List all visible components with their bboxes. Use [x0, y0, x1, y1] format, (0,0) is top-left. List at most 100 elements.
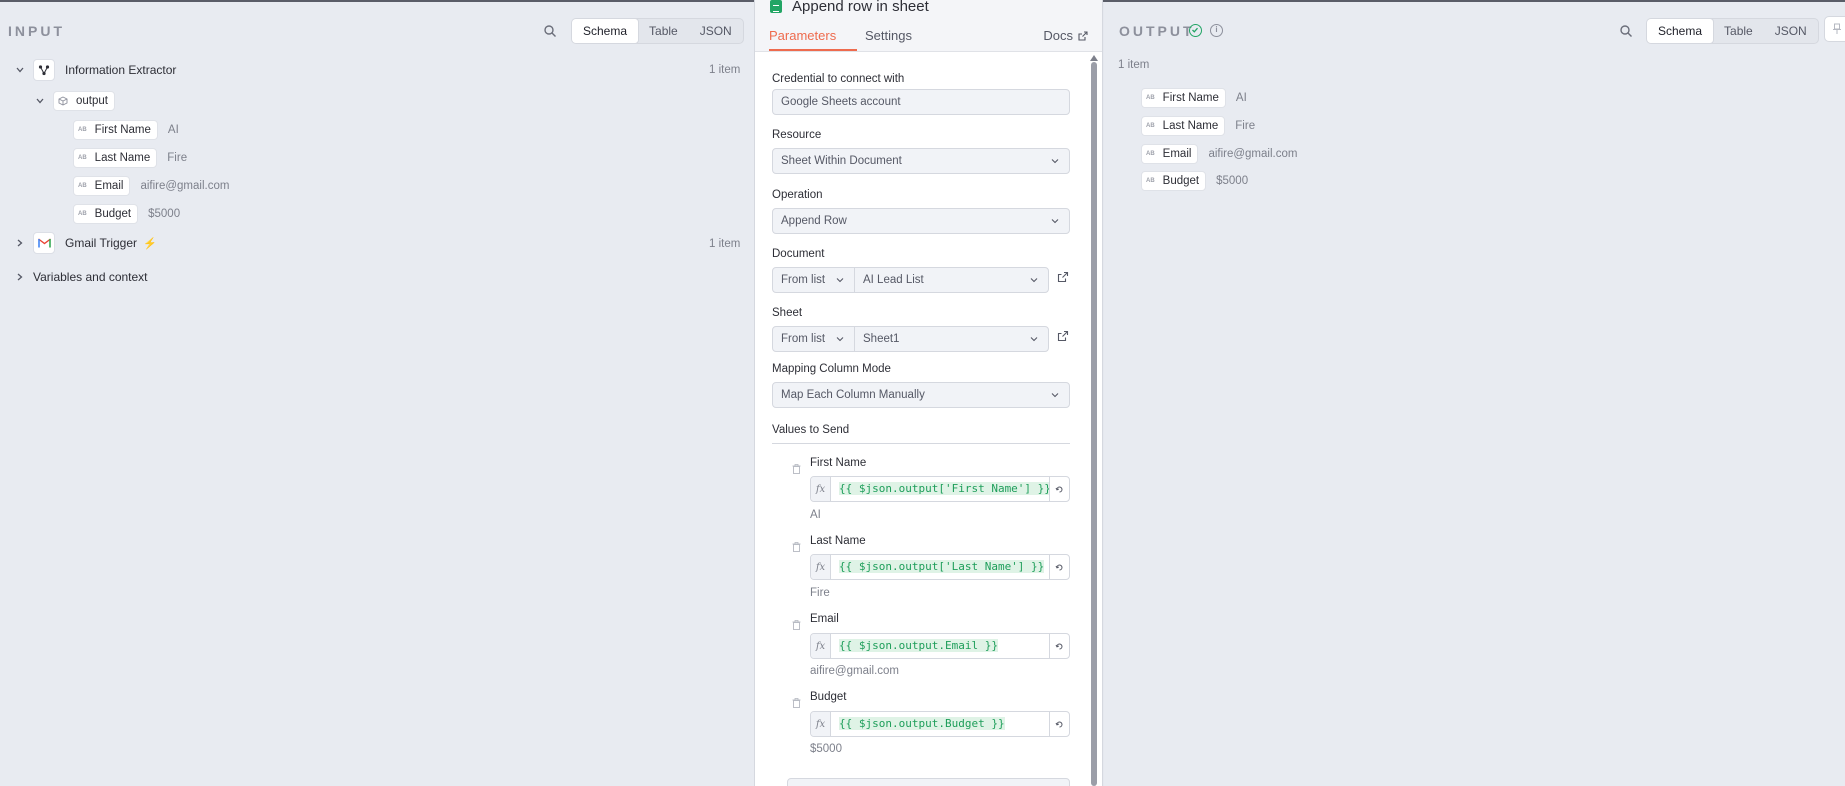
- pin-icon: [1833, 23, 1841, 34]
- editor-header: Append row in sheet Parameters Settings …: [755, 0, 1102, 52]
- field-row: AB First Name AI: [1141, 88, 1247, 108]
- reset-value-button[interactable]: [1049, 634, 1069, 658]
- tree-node-gmail-trigger[interactable]: Gmail Trigger ⚡: [15, 232, 157, 254]
- docs-link[interactable]: Docs: [1043, 28, 1088, 43]
- input-panel: INPUT Schema Table JSON Information Extr…: [0, 2, 754, 786]
- chevron-down-icon[interactable]: [15, 65, 25, 75]
- trash-icon[interactable]: [792, 698, 801, 708]
- fx-icon: fx: [811, 712, 831, 736]
- string-type-icon: AB: [1146, 178, 1155, 184]
- field-row: AB Email aifire@gmail.com: [1141, 144, 1297, 164]
- field-row: AB Last Name Fire: [1141, 116, 1255, 136]
- output-panel: OUTPUT i Schema Table JSON 1 item AB Firs…: [1104, 2, 1845, 786]
- tab-settings[interactable]: Settings: [865, 28, 912, 43]
- value-field-label: Budget: [810, 691, 847, 703]
- sheet-select[interactable]: Sheet1: [855, 327, 1048, 351]
- expression-preview: aifire@gmail.com: [810, 665, 900, 677]
- input-view-json[interactable]: JSON: [689, 19, 743, 43]
- field-pill[interactable]: AB First Name: [1141, 88, 1226, 108]
- input-view-table[interactable]: Table: [638, 19, 689, 43]
- tree-node-information-extractor[interactable]: Information Extractor: [15, 59, 176, 81]
- open-document-external-icon[interactable]: [1057, 271, 1069, 283]
- undo-icon: [1055, 486, 1063, 492]
- tree-node-variables[interactable]: Variables and context: [15, 267, 148, 287]
- expression-input[interactable]: fx {{ $json.output.Budget }}: [810, 711, 1070, 737]
- chevron-down-icon[interactable]: [35, 96, 45, 106]
- scroll-up-arrow[interactable]: [1090, 55, 1098, 61]
- pin-data-button[interactable]: [1824, 16, 1845, 42]
- sheet-picker: From list Sheet1: [772, 326, 1049, 352]
- string-type-icon: AB: [78, 155, 87, 161]
- expression-text: {{ $json.output.Budget }}: [839, 717, 1005, 730]
- editor-scrollbar[interactable]: [1091, 62, 1097, 786]
- add-field-dropdown[interactable]: [787, 778, 1070, 786]
- field-row: AB Email aifire@gmail.com: [73, 176, 229, 196]
- search-icon[interactable]: [1619, 24, 1633, 38]
- fx-icon: fx: [811, 555, 831, 579]
- expression-input[interactable]: fx {{ $json.output['Last Name'] }}: [810, 554, 1070, 580]
- chevron-down-icon: [836, 278, 844, 283]
- output-view-json[interactable]: JSON: [1764, 19, 1818, 43]
- expression-text: {{ $json.output.Email }}: [839, 639, 998, 652]
- field-pill[interactable]: AB Budget: [1141, 171, 1207, 191]
- document-select[interactable]: AI Lead List: [855, 268, 1048, 292]
- node-title[interactable]: Append row in sheet: [792, 0, 929, 15]
- active-tab-underline: [769, 49, 857, 51]
- document-label: Document: [772, 248, 825, 260]
- operation-select[interactable]: Append Row: [772, 208, 1070, 234]
- chevron-down-icon: [836, 337, 844, 342]
- trash-icon[interactable]: [792, 542, 801, 552]
- mapping-mode-label: Mapping Column Mode: [772, 363, 891, 375]
- reset-value-button[interactable]: [1049, 477, 1069, 501]
- credential-label: Credential to connect with: [772, 73, 905, 85]
- field-pill[interactable]: AB Email: [1141, 144, 1199, 164]
- operation-label: Operation: [772, 189, 823, 201]
- resource-select[interactable]: Sheet Within Document: [772, 148, 1070, 174]
- string-type-icon: AB: [1146, 123, 1155, 129]
- sheet-value: Sheet1: [863, 333, 900, 345]
- field-pill[interactable]: AB Email: [73, 176, 131, 196]
- sheet-mode-select[interactable]: From list: [773, 327, 855, 351]
- field-value: AI: [167, 124, 179, 136]
- undo-icon: [1055, 721, 1063, 727]
- field-pill[interactable]: AB Last Name: [1141, 116, 1226, 136]
- document-mode-select[interactable]: From list: [773, 268, 855, 292]
- field-pill[interactable]: AB First Name: [73, 120, 158, 140]
- field-row: AB Budget $5000: [73, 204, 180, 224]
- expression-text: {{ $json.output['First Name'] }}: [839, 482, 1049, 495]
- field-pill[interactable]: AB Last Name: [73, 148, 158, 168]
- field-value: Fire: [167, 152, 188, 164]
- cube-icon: [58, 96, 68, 106]
- trash-icon[interactable]: [792, 620, 801, 630]
- expression-input[interactable]: fx {{ $json.output['First Name'] }}: [810, 476, 1070, 502]
- field-row: AB Last Name Fire: [73, 148, 187, 168]
- editor-body: Credential to connect with Google Sheets…: [755, 53, 1102, 786]
- trash-icon[interactable]: [792, 464, 801, 474]
- tree-node-output[interactable]: output: [35, 91, 115, 111]
- open-sheet-external-icon[interactable]: [1057, 330, 1069, 342]
- expression-preview: Fire: [810, 587, 830, 599]
- field-pill[interactable]: AB Budget: [73, 204, 139, 224]
- document-value: AI Lead List: [863, 274, 924, 286]
- tab-parameters[interactable]: Parameters: [769, 28, 836, 43]
- chevron-right-icon[interactable]: [15, 238, 25, 248]
- expression-input[interactable]: fx {{ $json.output.Email }}: [810, 633, 1070, 659]
- output-view-table[interactable]: Table: [1713, 19, 1764, 43]
- search-icon[interactable]: [543, 24, 557, 38]
- field-name: First Name: [1162, 92, 1219, 104]
- reset-value-button[interactable]: [1049, 712, 1069, 736]
- chevron-right-icon[interactable]: [15, 272, 25, 282]
- reset-value-button[interactable]: [1049, 555, 1069, 579]
- input-panel-title: INPUT: [8, 23, 65, 39]
- mapping-mode-select[interactable]: Map Each Column Manually: [772, 382, 1070, 408]
- credential-select[interactable]: Google Sheets account: [772, 89, 1070, 115]
- information-extractor-icon: [33, 59, 55, 81]
- value-field-label: Email: [810, 613, 839, 625]
- item-count: 1 item: [709, 64, 741, 76]
- input-view-schema[interactable]: Schema: [571, 19, 640, 43]
- field-value: $5000: [148, 208, 181, 220]
- string-type-icon: AB: [78, 211, 87, 217]
- output-view-schema[interactable]: Schema: [1646, 19, 1715, 43]
- info-icon[interactable]: i: [1210, 24, 1223, 37]
- node-name: Gmail Trigger: [65, 236, 138, 250]
